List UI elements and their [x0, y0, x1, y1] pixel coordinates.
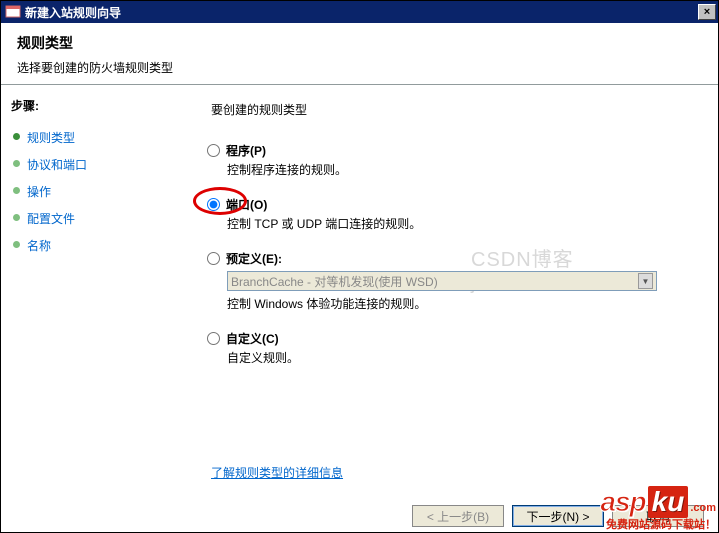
dropdown-value: BranchCache - 对等机发现(使用 WSD): [231, 273, 438, 290]
help-link-row: 了解规则类型的详细信息: [211, 464, 343, 481]
option-program: 程序(P) 控制程序连接的规则。: [207, 142, 698, 178]
radio-port[interactable]: [207, 198, 220, 211]
wizard-body: 步骤: 规则类型 协议和端口 操作 配置文件 名称 CSDN博客jindou91…: [1, 85, 718, 533]
next-button[interactable]: 下一步(N) >: [512, 505, 604, 527]
radio-program[interactable]: [207, 144, 220, 157]
predefined-dropdown[interactable]: BranchCache - 对等机发现(使用 WSD) ▼: [227, 271, 657, 291]
wizard-buttons: < 上一步(B) 下一步(N) > 取消: [412, 505, 704, 527]
desc-program: 控制程序连接的规则。: [227, 161, 698, 178]
chevron-down-icon: ▼: [638, 273, 653, 289]
step-protocol-port[interactable]: 协议和端口: [11, 151, 181, 178]
steps-sidebar: 步骤: 规则类型 协议和端口 操作 配置文件 名称: [1, 85, 191, 533]
steps-title: 步骤:: [11, 97, 181, 114]
step-action[interactable]: 操作: [11, 178, 181, 205]
titlebar: 新建入站规则向导 ×: [1, 1, 718, 23]
content-title: 要创建的规则类型: [211, 101, 698, 118]
content-panel: CSDN博客jindou910376274 要创建的规则类型 程序(P) 控制程…: [191, 85, 718, 533]
rule-type-options: 程序(P) 控制程序连接的规则。 端口(O) 控制 TCP 或 UDP 端口连接…: [207, 142, 698, 366]
step-name[interactable]: 名称: [11, 232, 181, 259]
step-rule-type[interactable]: 规则类型: [11, 124, 181, 151]
help-link[interactable]: 了解规则类型的详细信息: [211, 466, 343, 480]
label-program: 程序(P): [226, 142, 266, 159]
window-title: 新建入站规则向导: [25, 4, 698, 21]
page-subtitle: 选择要创建的防火墙规则类型: [17, 59, 702, 76]
label-custom: 自定义(C): [226, 330, 279, 347]
step-list: 规则类型 协议和端口 操作 配置文件 名称: [11, 124, 181, 259]
option-program-row[interactable]: 程序(P): [207, 142, 698, 159]
desc-custom: 自定义规则。: [227, 349, 698, 366]
option-custom-row[interactable]: 自定义(C): [207, 330, 698, 347]
desc-predefined: 控制 Windows 体验功能连接的规则。: [227, 295, 698, 312]
option-predefined-row[interactable]: 预定义(E):: [207, 250, 698, 267]
label-port: 端口(O): [226, 196, 267, 213]
wizard-window: 新建入站规则向导 × 规则类型 选择要创建的防火墙规则类型 步骤: 规则类型 协…: [0, 0, 719, 533]
cancel-button[interactable]: 取消: [612, 505, 704, 527]
step-profile[interactable]: 配置文件: [11, 205, 181, 232]
radio-predefined[interactable]: [207, 252, 220, 265]
close-button[interactable]: ×: [698, 4, 716, 20]
option-port: 端口(O) 控制 TCP 或 UDP 端口连接的规则。: [207, 196, 698, 232]
back-button[interactable]: < 上一步(B): [412, 505, 504, 527]
option-custom: 自定义(C) 自定义规则。: [207, 330, 698, 366]
app-icon: [5, 4, 21, 20]
label-predefined: 预定义(E):: [226, 250, 282, 267]
option-port-row[interactable]: 端口(O): [207, 196, 698, 213]
desc-port: 控制 TCP 或 UDP 端口连接的规则。: [227, 215, 698, 232]
radio-custom[interactable]: [207, 332, 220, 345]
wizard-header: 规则类型 选择要创建的防火墙规则类型: [1, 23, 718, 85]
page-title: 规则类型: [17, 33, 702, 53]
option-predefined: 预定义(E): BranchCache - 对等机发现(使用 WSD) ▼ 控制…: [207, 250, 698, 312]
